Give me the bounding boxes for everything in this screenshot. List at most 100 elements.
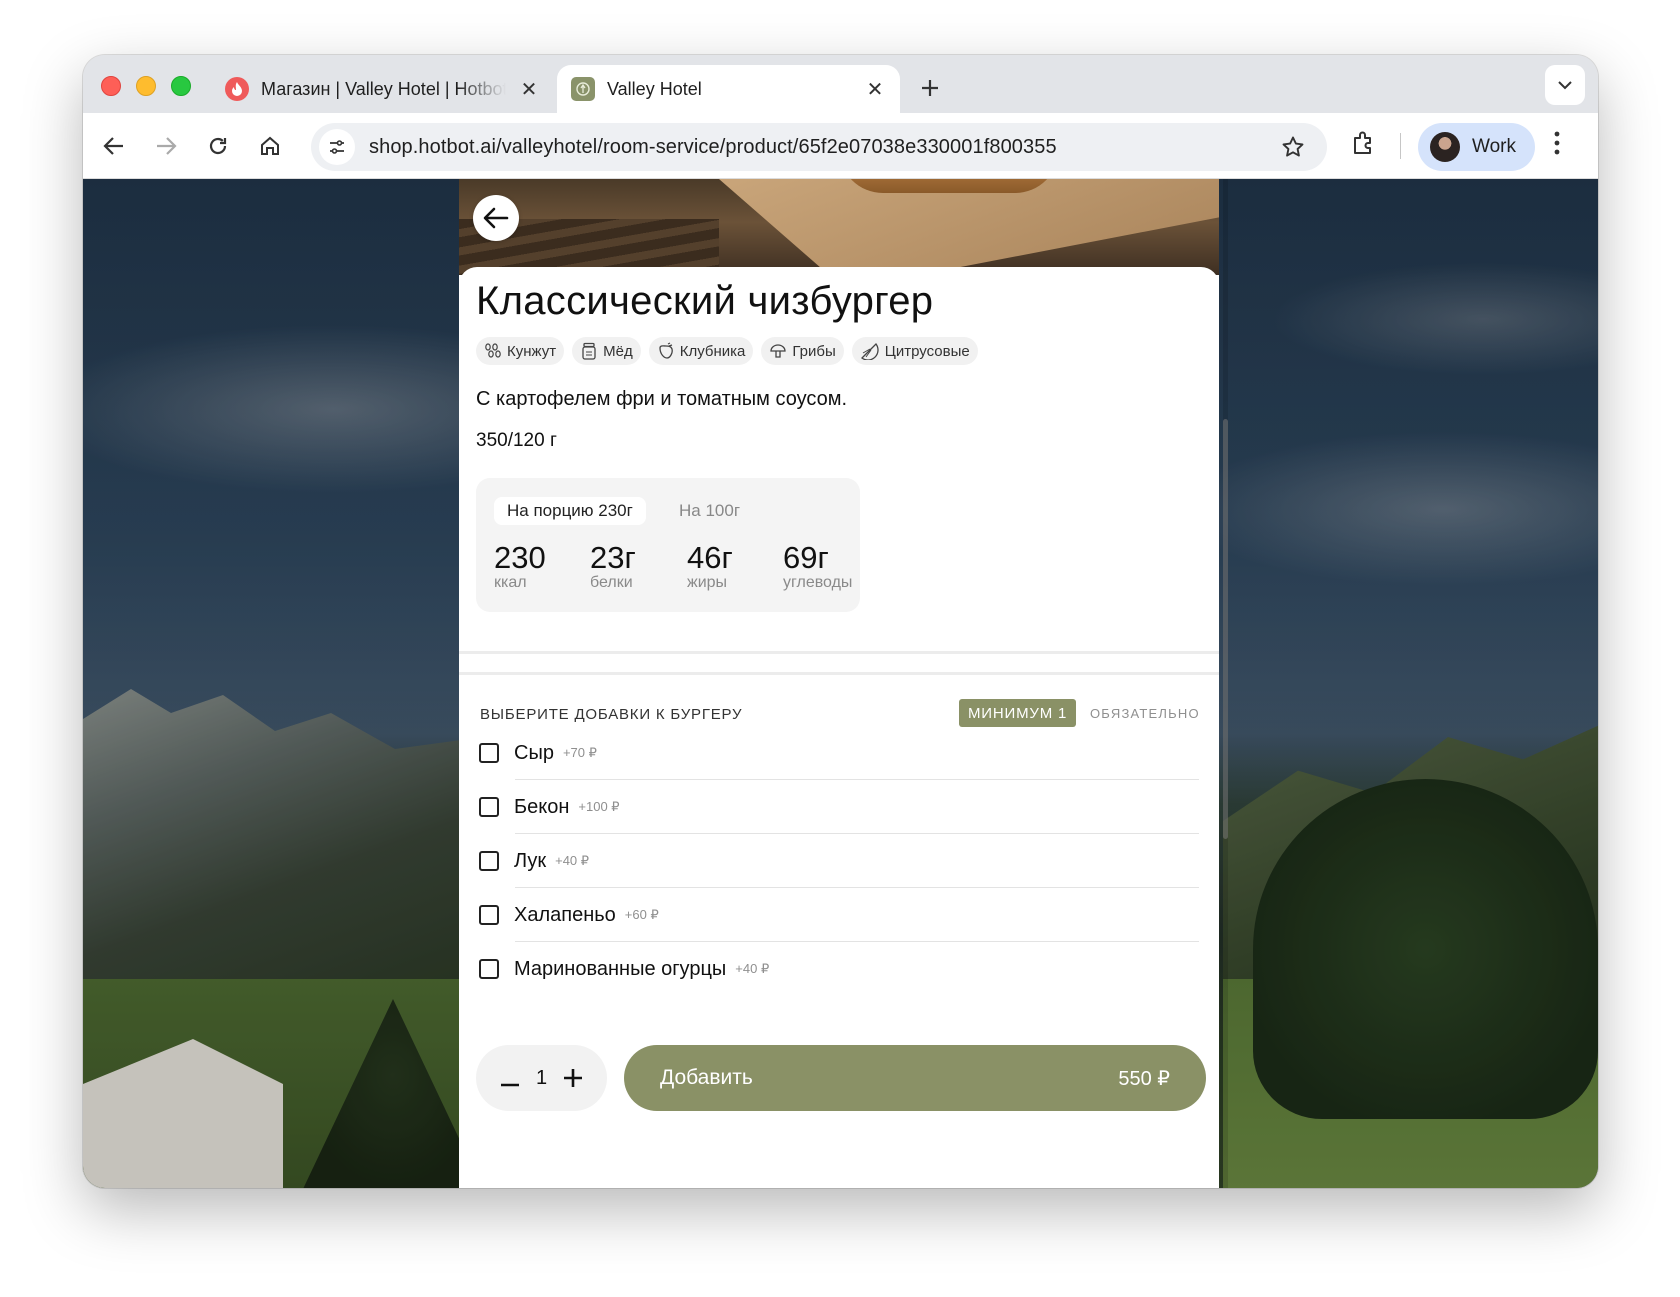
- addon-price: +40 ₽: [735, 961, 770, 976]
- add-button-label: Добавить: [660, 1066, 753, 1089]
- bookmark-star-icon[interactable]: [1281, 135, 1305, 164]
- allergen-chip: Грибы: [761, 337, 844, 365]
- avatar: [1430, 132, 1460, 162]
- home-button[interactable]: [253, 129, 287, 163]
- addon-option[interactable]: Бекон +100 ₽: [479, 780, 1199, 834]
- allergen-label: Мёд: [603, 342, 633, 360]
- addon-option[interactable]: Маринованные огурцы +40 ₽: [479, 942, 1199, 996]
- allergen-label: Кунжут: [507, 342, 557, 360]
- citrus-icon: [860, 343, 879, 360]
- addon-price: +40 ₽: [555, 853, 590, 868]
- plus-icon: [922, 80, 938, 96]
- product-description: С картофелем фри и томатным соусом.: [476, 388, 848, 410]
- addon-option[interactable]: Халапеньо +60 ₽: [479, 888, 1199, 942]
- page-viewport: Классический чизбургер Кунжут Мёд Клубни…: [83, 179, 1598, 1188]
- allergen-chip: Кунжут: [476, 337, 565, 365]
- allergen-chip: Клубника: [648, 337, 754, 365]
- addon-option[interactable]: Лук +40 ₽: [479, 834, 1199, 888]
- scrollbar-thumb[interactable]: [1223, 419, 1228, 839]
- addons-heading: ВЫБЕРИТЕ ДОБАВКИ К БУРГЕРУ: [480, 706, 743, 723]
- close-window-button[interactable]: [101, 76, 121, 96]
- sesame-icon: [485, 343, 501, 358]
- addon-price: +60 ₽: [624, 907, 659, 922]
- profile-button[interactable]: Work: [1418, 123, 1535, 171]
- decrease-quantity-button[interactable]: [498, 1063, 522, 1094]
- quantity-stepper: 1: [476, 1045, 607, 1111]
- increase-quantity-button[interactable]: [561, 1063, 585, 1094]
- section-divider: [459, 672, 1219, 675]
- product-title: Классический чизбургер: [476, 279, 934, 323]
- back-button[interactable]: [473, 195, 519, 241]
- mushroom-icon: [770, 344, 787, 358]
- backdrop-dim: [1219, 179, 1598, 1188]
- tab-per-100g[interactable]: На 100г: [679, 497, 740, 525]
- browser-window: Магазин | Valley Hotel | Hotbot ✕ Valley…: [83, 55, 1598, 1188]
- forward-nav-button[interactable]: [149, 129, 183, 163]
- minus-icon: [501, 1083, 519, 1086]
- quantity-value: 1: [535, 1066, 548, 1089]
- tab-title: Valley Hotel: [607, 78, 702, 99]
- allergen-chip: Мёд: [572, 337, 641, 365]
- product-weight: 350/120 г: [476, 430, 557, 451]
- home-icon: [261, 136, 279, 155]
- addon-name: Бекон: [514, 795, 570, 818]
- allergen-label: Цитрусовые: [884, 342, 970, 360]
- nutrition-label: белки: [590, 574, 633, 591]
- addon-name: Сыр: [514, 741, 554, 764]
- addon-checkbox[interactable]: [479, 797, 499, 817]
- reload-button[interactable]: [201, 129, 235, 163]
- addon-option[interactable]: Сыр +70 ₽: [479, 726, 1199, 780]
- required-label: ОБЯЗАТЕЛЬНО: [1090, 706, 1200, 721]
- addon-name: Лук: [514, 849, 547, 872]
- paper-wrap: [719, 179, 1219, 275]
- site-settings-icon[interactable]: [319, 129, 355, 165]
- valley-hotel-icon: [571, 77, 595, 101]
- allergen-list: Кунжут Мёд Клубника Грибы Цитрусовые: [476, 337, 978, 365]
- close-tab-icon[interactable]: ✕: [516, 76, 542, 102]
- arrow-left-icon: [103, 137, 123, 155]
- puzzle-icon: [1354, 131, 1371, 154]
- nutrition-value: 46г: [687, 540, 733, 575]
- addon-checkbox[interactable]: [479, 743, 499, 763]
- address-bar[interactable]: shop.hotbot.ai/valleyhotel/room-service/…: [311, 123, 1327, 171]
- nutrition-value: 230: [494, 540, 546, 575]
- nutrition-label: жиры: [687, 574, 728, 591]
- honey-jar-icon: [582, 342, 596, 360]
- reload-icon: [209, 137, 227, 155]
- tab-valley-hotel[interactable]: Valley Hotel ✕: [557, 65, 900, 113]
- tab-per-portion[interactable]: На порцию 230г: [494, 497, 646, 525]
- allergen-label: Клубника: [679, 342, 746, 360]
- allergen-label: Грибы: [792, 342, 836, 360]
- extensions-button[interactable]: [1350, 129, 1378, 162]
- new-tab-button[interactable]: [913, 71, 947, 105]
- tab-search-button[interactable]: [1545, 65, 1585, 105]
- tab-title: Магазин | Valley Hotel | Hotbot: [261, 78, 506, 99]
- product-sheet: Классический чизбургер Кунжут Мёд Клубни…: [459, 179, 1219, 1188]
- zoom-window-button[interactable]: [171, 76, 191, 96]
- profile-label: Work: [1472, 136, 1516, 157]
- more-vertical-icon: [1554, 131, 1560, 155]
- back-nav-button[interactable]: [97, 129, 131, 163]
- arrow-right-icon: [157, 137, 177, 155]
- addon-checkbox[interactable]: [479, 905, 499, 925]
- arrow-left-icon: [483, 207, 509, 229]
- nutrition-label: ккал: [494, 574, 527, 591]
- product-details: Классический чизбургер Кунжут Мёд Клубни…: [459, 267, 1219, 1188]
- window-controls: [101, 76, 191, 96]
- url-text: shop.hotbot.ai/valleyhotel/room-service/…: [369, 135, 1057, 158]
- add-button-price: 550 ₽: [1118, 1067, 1170, 1090]
- addon-checkbox[interactable]: [479, 959, 499, 979]
- minimize-window-button[interactable]: [136, 76, 156, 96]
- allergen-chip: Цитрусовые: [851, 337, 978, 365]
- add-to-cart-button[interactable]: Добавить 550 ₽: [624, 1045, 1206, 1111]
- nutrition-value: 69г: [783, 540, 829, 575]
- browser-menu-button[interactable]: [1553, 129, 1561, 162]
- backdrop-dim: [83, 179, 459, 1188]
- addon-name: Маринованные огурцы: [514, 957, 727, 980]
- product-image: [459, 179, 1219, 275]
- toolbar-separator: [1400, 133, 1401, 159]
- hotbot-flame-icon: [225, 77, 249, 101]
- addon-checkbox[interactable]: [479, 851, 499, 871]
- strawberry-icon: [659, 342, 673, 359]
- close-tab-icon[interactable]: ✕: [862, 76, 888, 102]
